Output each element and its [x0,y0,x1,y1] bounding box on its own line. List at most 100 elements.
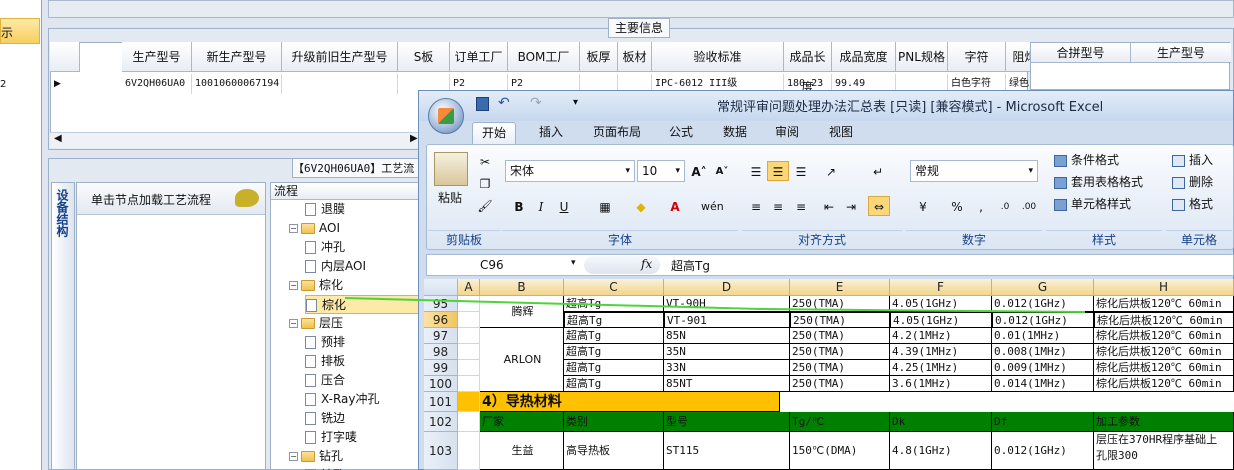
paste-button[interactable]: 粘贴 [438,188,462,208]
grid-header-10[interactable]: 成品长度 [784,42,832,94]
redo-icon[interactable]: ↷ [530,95,542,111]
sheet-cell[interactable]: 3.6(1MHz) [890,376,992,392]
align-bottom-icon[interactable]: ☰ [790,161,812,181]
font-size-select[interactable]: 10 ▾ [637,160,685,182]
wrap-text-icon[interactable]: ↵ [867,161,889,181]
ribbon-tab-1[interactable]: 开始 [472,122,517,144]
border-icon[interactable]: ▦ [594,196,616,216]
sheet-cell[interactable]: 超高Tg [564,328,664,344]
sheet-cell[interactable]: 0.009(1MHz) [992,360,1094,376]
merge-center-icon[interactable]: ⇔ [868,196,890,216]
row-header[interactable]: 102 [424,412,458,432]
tree-leaf-node[interactable]: 排板 [305,352,345,371]
sheet-cell[interactable]: 类别 [564,412,664,432]
cell-button-1[interactable]: 插入 [1172,150,1213,170]
grid-header-3[interactable]: 升级前旧生产型号 [282,42,398,72]
tree-leaf-node[interactable]: 预排 [305,333,345,352]
grid-header-5[interactable]: 订单工厂 [450,42,508,72]
sheet-cell[interactable]: 超高Tg [564,376,664,392]
grid-header-1[interactable]: 生产型号 [122,42,192,72]
style-button-2[interactable]: 套用表格格式 [1054,172,1143,192]
sheet-cell[interactable]: 超高Tg [564,360,664,376]
save-icon[interactable] [476,97,489,111]
tree-leaf-node[interactable]: 冲孔 [305,238,345,257]
grid-header-13[interactable]: 字符 [948,42,1006,72]
paste-icon[interactable] [434,152,468,186]
sheet-cell[interactable]: ARLON [480,328,564,392]
sheet-cell[interactable]: 4.25(1MHz) [890,360,992,376]
sheet-cell[interactable]: 超高Tg [564,344,664,360]
sheet-cell[interactable] [458,392,480,412]
sheet-cell[interactable]: 生益 [480,432,564,470]
decrease-decimal-icon[interactable]: .00 [1018,196,1040,216]
tree-folder-node[interactable]: − 钻孔 [289,447,343,466]
phonetic-icon[interactable]: wén [700,196,724,216]
grid-header-11[interactable]: 成品宽度 [832,42,896,72]
row-header[interactable]: 103 [424,432,458,470]
scroll-left-icon[interactable]: ◀ [54,133,62,144]
bold-icon[interactable]: B [508,196,530,216]
tree-leaf-node[interactable]: 压合 [305,371,345,390]
collapse-icon[interactable]: − [289,452,298,461]
sheet-cell[interactable]: 棕化后烘板120℃ 60min [1094,360,1234,376]
percent-icon[interactable]: % [946,196,968,216]
ribbon-tab-4[interactable]: 公式 [660,122,702,144]
left-nav-item-selected[interactable]: 示 [0,18,40,44]
sheet-cell[interactable]: ST115 [664,432,790,470]
align-right-icon[interactable]: ≡ [790,196,812,216]
grow-font-icon[interactable]: A˄ [688,161,710,181]
cut-icon[interactable]: ✂ [474,151,496,171]
grid-header-8[interactable]: 板材 [618,42,652,72]
name-box-dropdown-icon[interactable]: ▾ [571,258,576,268]
sheet-cell[interactable] [458,432,480,470]
tree-leaf-node[interactable]: 打字唛 [305,428,357,447]
device-structure-tab[interactable]: 设备结构 [51,182,75,470]
grid-header-12[interactable]: PNL规格 [896,42,948,72]
sheet-cell[interactable]: 棕化后烘板120℃ 60min [1094,376,1234,392]
ribbon-tab-2[interactable]: 插入 [530,122,572,144]
tree-folder-node[interactable]: − AOI [289,219,340,238]
comma-icon[interactable]: , [970,196,992,216]
sheet-cell[interactable]: 0.01(1MHz) [992,328,1094,344]
grid-cell[interactable]: 6V2QH06UA0 [122,74,192,94]
italic-icon[interactable]: I [530,196,552,216]
style-button-3[interactable]: 单元格样式 [1054,194,1131,214]
tree-leaf-node[interactable]: 退膜 [305,200,345,219]
sheet-cell[interactable]: 棕化后烘板120℃ 60min [1094,312,1234,328]
sheet-cell[interactable]: 250(TMA) [790,344,890,360]
tree-folder-node[interactable]: − 层压 [289,314,343,333]
grid-corner[interactable] [50,42,80,72]
tree-leaf-node[interactable]: 钻孔 [305,466,345,470]
format-painter-icon[interactable]: 🖌 [474,195,496,215]
style-button-1[interactable]: 条件格式 [1054,150,1119,170]
sheet-cell[interactable]: 35N [664,344,790,360]
sheet-cell[interactable] [458,344,480,360]
grid-header-6[interactable]: BOM工厂 [508,42,580,72]
sheet-cell[interactable]: Df [992,412,1094,432]
grid-header-4[interactable]: S板 [398,42,450,72]
column-header-H[interactable]: H [1094,279,1234,296]
name-box[interactable]: C96 [428,256,580,274]
sheet-cell[interactable]: 型号 [664,412,790,432]
ribbon-tab-6[interactable]: 审阅 [766,122,808,144]
row-header[interactable]: 100 [424,376,458,392]
sheet-cell[interactable]: 棕化后烘板120℃ 60min [1094,344,1234,360]
font-color-icon[interactable]: A [664,196,686,216]
sheet-cell[interactable]: 高导热板 [564,432,664,470]
collapse-icon[interactable]: − [289,224,298,233]
grid-header-9[interactable]: 验收标准 [652,42,784,72]
sheet-cell[interactable]: 厂家 [480,412,564,432]
align-center-icon[interactable]: ≡ [767,196,789,216]
underline-icon[interactable]: U [553,196,575,216]
align-top-icon[interactable]: ☰ [745,161,767,181]
sheet-cell[interactable] [458,328,480,344]
align-left-icon[interactable]: ≡ [745,196,767,216]
insert-function-icon[interactable]: fx [641,257,652,271]
office-button[interactable] [428,98,464,134]
number-format-select[interactable]: 常规 ▾ [910,160,1038,182]
row-header[interactable]: 101 [424,392,458,412]
grid-header-2[interactable]: 新生产型号 [192,42,282,72]
sheet-cell[interactable]: 33N [664,360,790,376]
ribbon-tab-5[interactable]: 数据 [714,122,756,144]
sheet-cell[interactable]: 4.2(1MHz) [890,328,992,344]
